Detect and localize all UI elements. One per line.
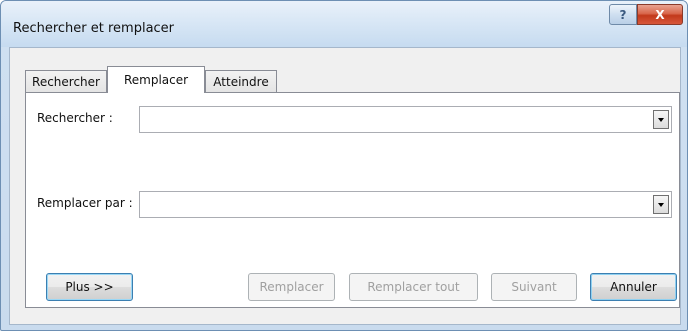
window-title: Rechercher et remplacer <box>13 21 175 36</box>
help-icon: ? <box>619 7 627 22</box>
dialog-client-area: Rechercher Remplacer Atteindre Recherche… <box>9 47 681 325</box>
tab-rechercher[interactable]: Rechercher <box>25 70 107 92</box>
tab-label: Remplacer <box>123 73 189 87</box>
replace-all-button[interactable]: Remplacer tout <box>349 273 478 301</box>
more-button-label: Plus >> <box>65 280 114 294</box>
next-button-label: Suivant <box>511 280 557 294</box>
more-button[interactable]: Plus >> <box>46 273 133 301</box>
close-icon: X <box>655 7 665 22</box>
find-replace-dialog: Rechercher et remplacer ? X Rechercher R… <box>0 0 688 331</box>
tab-atteindre[interactable]: Atteindre <box>205 70 277 92</box>
help-button[interactable]: ? <box>609 4 637 25</box>
find-dropdown-button[interactable] <box>653 110 669 129</box>
chevron-down-icon <box>658 202 664 207</box>
cancel-button-label: Annuler <box>610 280 657 294</box>
replace-all-button-label: Remplacer tout <box>367 280 460 294</box>
title-bar[interactable]: Rechercher et remplacer ? X <box>1 1 687 47</box>
find-input[interactable] <box>140 107 645 132</box>
tab-label: Rechercher <box>32 74 100 89</box>
replace-button-label: Remplacer <box>259 280 324 294</box>
tab-label: Atteindre <box>213 74 269 89</box>
cancel-button[interactable]: Annuler <box>590 273 677 301</box>
replace-tab-panel: Rechercher : Remplacer par : Plus >> Rem… <box>25 92 680 308</box>
replace-button[interactable]: Remplacer <box>248 273 335 301</box>
replace-label: Remplacer par : <box>37 196 133 210</box>
replace-input[interactable] <box>140 192 645 217</box>
find-combobox[interactable] <box>139 106 672 133</box>
replace-combobox[interactable] <box>139 191 672 218</box>
close-button[interactable]: X <box>637 4 683 25</box>
replace-dropdown-button[interactable] <box>653 195 669 214</box>
tab-remplacer[interactable]: Remplacer <box>107 66 205 93</box>
chevron-down-icon <box>658 117 664 122</box>
find-label: Rechercher : <box>37 111 113 125</box>
next-button[interactable]: Suivant <box>491 273 577 301</box>
